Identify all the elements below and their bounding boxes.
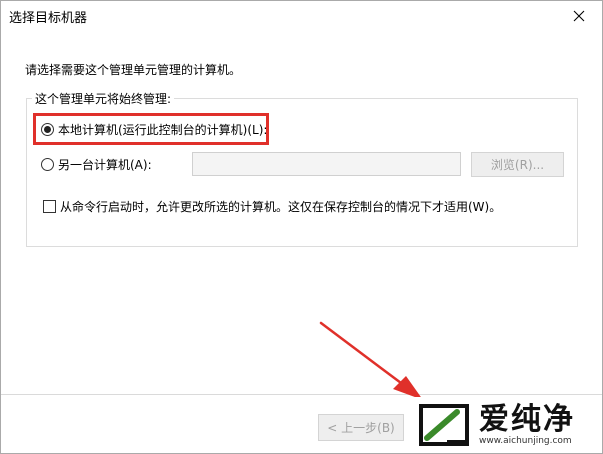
watermark-brand: 爱纯净 — [479, 401, 575, 437]
local-computer-radio[interactable] — [41, 122, 54, 136]
other-computer-input[interactable] — [192, 152, 461, 176]
watermark: 爱纯净 www.aichunjing.com — [405, 397, 602, 453]
local-computer-label: 本地计算机(运行此控制台的计算机)(L): — [58, 122, 268, 137]
cmdline-checkbox-label: 从命令行启动时，允许更改所选的计算机。这仅在保存控制台的情况下才适用(W)。 — [60, 200, 502, 214]
other-computer-radio-row[interactable]: 另一台计算机(A): — [41, 155, 152, 173]
watermark-url: www.aichunjing.com — [479, 435, 572, 446]
instruction-text: 请选择需要这个管理单元管理的计算机。 — [25, 63, 242, 77]
other-computer-label: 另一台计算机(A): — [58, 157, 152, 172]
dialog-window: 选择目标机器 请选择需要这个管理单元管理的计算机。 这个管理单元将始终管理: 本… — [0, 0, 603, 454]
cmdline-checkbox[interactable] — [43, 200, 56, 213]
other-computer-radio[interactable] — [41, 157, 54, 171]
arrow-shaft — [319, 321, 407, 388]
browse-button[interactable]: 浏览(R)... — [471, 152, 564, 177]
previous-button[interactable]: < 上一步(B) — [318, 414, 404, 441]
groupbox-legend: 这个管理单元将始终管理: — [32, 90, 175, 107]
close-button[interactable] — [556, 1, 602, 30]
title-bar[interactable]: 选择目标机器 — [1, 1, 602, 30]
local-computer-radio-row[interactable]: 本地计算机(运行此控制台的计算机)(L): — [41, 120, 267, 138]
cmdline-checkbox-row[interactable]: 从命令行启动时，允许更改所选的计算机。这仅在保存控制台的情况下才适用(W)。 — [43, 198, 501, 215]
close-icon — [573, 10, 585, 21]
watermark-text: 爱纯净 www.aichunjing.com — [479, 401, 575, 447]
footer-separator — [1, 394, 602, 395]
watermark-logo-icon — [419, 404, 469, 446]
window-title: 选择目标机器 — [9, 11, 88, 26]
